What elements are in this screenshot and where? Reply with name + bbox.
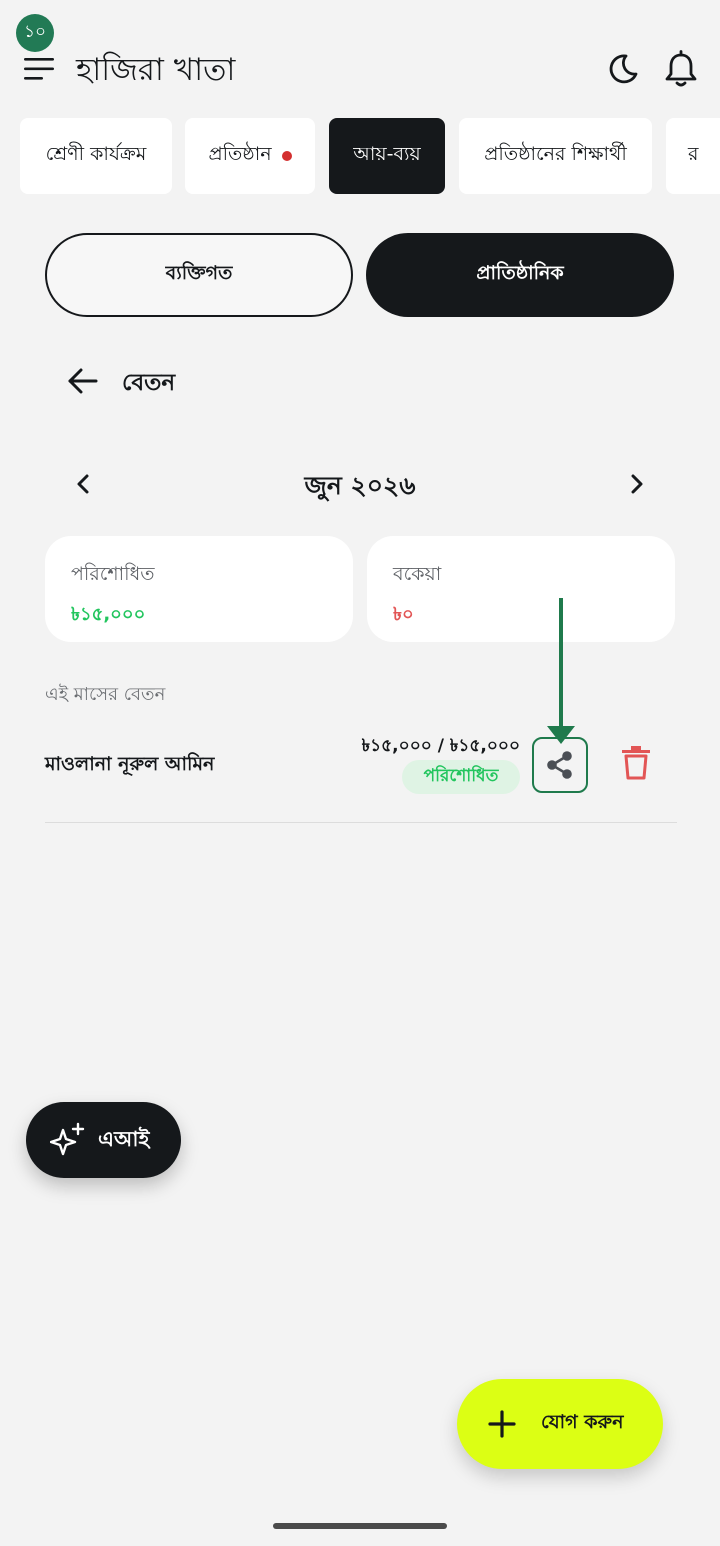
paid-summary-card: পরিশোধিত ৳১৫,০০০: [45, 536, 353, 642]
share-icon: [547, 751, 572, 779]
tab-label: প্রতিষ্ঠান: [208, 143, 272, 165]
chevron-right-icon[interactable]: [626, 472, 648, 496]
tab-label: শ্রেণী কার্যক্রম: [45, 143, 147, 165]
add-button[interactable]: যোগ করুন: [457, 1379, 663, 1469]
tab-income-expense[interactable]: আয়-ব্যয়: [329, 118, 445, 194]
salary-row-amount: ৳১৫,০০০ / ৳১৫,০০০: [361, 736, 520, 756]
tab-label: প্রতিষ্ঠানের শিক্ষার্থী: [484, 143, 627, 165]
add-button-label: যোগ করুন: [541, 1411, 624, 1433]
delete-trash-icon[interactable]: [622, 746, 650, 780]
row-divider: [45, 822, 677, 823]
tab-label: র: [688, 143, 699, 165]
month-label: জুন ২০২৬: [304, 471, 416, 500]
paid-label: পরিশোধিত: [71, 563, 155, 585]
segment-personal[interactable]: ব্যক্তিগত: [45, 233, 353, 317]
notification-count-badge: ১০: [16, 14, 54, 52]
annotation-arrow-icon: [544, 596, 578, 746]
plus-icon: [488, 1410, 516, 1438]
back-arrow-icon[interactable]: [66, 366, 100, 396]
home-indicator[interactable]: [273, 1523, 447, 1529]
category-tabs: শ্রেণী কার্যক্রম প্রতিষ্ঠান আয়-ব্যয় প্…: [0, 118, 720, 196]
due-value: ৳০: [393, 604, 414, 625]
due-label: বকেয়া: [393, 563, 442, 585]
unread-dot: [281, 151, 292, 161]
hamburger-menu-icon[interactable]: [24, 58, 54, 80]
tab-institution-students[interactable]: প্রতিষ্ঠানের শিক্ষার্থী: [459, 118, 652, 194]
paid-value: ৳১৫,০০০: [71, 604, 146, 625]
list-heading: এই মাসের বেতন: [45, 684, 166, 705]
salary-row-name[interactable]: মাওলানা নূরুল আমিন: [45, 750, 214, 782]
ai-assistant-button[interactable]: এআই: [26, 1102, 181, 1178]
app-title: হাজিরা খাতা: [76, 52, 236, 88]
due-summary-card: বকেয়া ৳০: [367, 536, 675, 642]
tab-institution[interactable]: প্রতিষ্ঠান: [185, 118, 315, 194]
sparkle-icon: [50, 1122, 85, 1156]
tab-more[interactable]: র: [666, 118, 720, 194]
ai-button-label: এআই: [98, 1126, 150, 1151]
chevron-left-icon[interactable]: [72, 472, 94, 496]
tab-class-activity[interactable]: শ্রেণী কার্যক্রম: [20, 118, 172, 194]
dark-mode-moon-icon[interactable]: [606, 52, 640, 86]
status-badge: পরিশোধিত: [402, 760, 520, 794]
section-title: বেতন: [122, 370, 176, 396]
tab-label: আয়-ব্যয়: [353, 143, 421, 165]
segment-institutional[interactable]: প্রাতিষ্ঠানিক: [366, 233, 674, 317]
notification-bell-icon[interactable]: [664, 50, 698, 88]
